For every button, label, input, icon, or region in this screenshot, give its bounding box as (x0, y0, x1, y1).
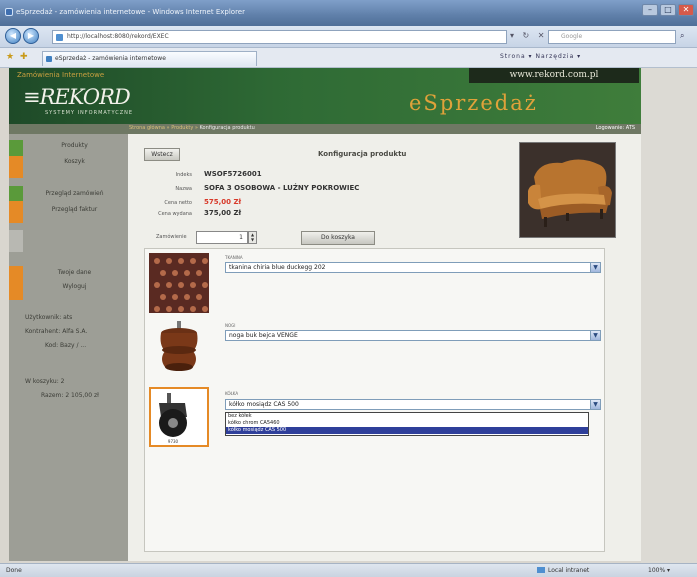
forward-nav-button[interactable]: ▶ (23, 28, 39, 44)
wheels-select[interactable]: kółko mosiądz CAS 500 ▼ (225, 399, 601, 410)
back-button[interactable]: Wstecz (144, 148, 180, 161)
product-photo (519, 142, 616, 238)
status-bar: Done Local intranet 100% ▾ (0, 563, 697, 577)
refresh-stop-icons[interactable]: ▾ ↻ ✕ (510, 31, 548, 40)
wheel-code: 9730 (168, 439, 179, 444)
code-info: Kod: Bazy / ... (45, 342, 87, 349)
main-content: Wstecz Konfiguracja produktu Indeks WSOF… (128, 134, 641, 561)
index-label: Indeks (175, 172, 192, 178)
breadcrumb-bar: Strona główna » Produkty » Konfiguracja … (9, 124, 641, 134)
breadcrumb-products[interactable]: Produkty » (171, 125, 198, 131)
sofa-image (520, 143, 615, 237)
window-controls: – □ ✕ (642, 4, 694, 16)
search-input[interactable]: Google (548, 30, 676, 44)
add-favorites-icon[interactable]: ✚ (20, 52, 28, 62)
dropdown-option-selected[interactable]: kółko mosiądz CAS 500 (226, 427, 588, 434)
option-label-fabric: TKANINA (225, 255, 243, 260)
window-title: eSprzedaż - zamówienia internetowe - Win… (16, 8, 245, 16)
legs-select[interactable]: noga buk bejca VENGE ▼ (225, 330, 601, 341)
cart-sum: Razem: 2 105,00 zł (41, 392, 99, 399)
dropdown-arrow-icon[interactable]: ▼ (590, 263, 600, 272)
cart-count: W koszyku: 2 (25, 378, 65, 385)
minimize-button[interactable]: – (642, 4, 658, 16)
dropdown-option[interactable]: kółko chrom CA5460 (226, 420, 588, 427)
menu-color-bar (9, 201, 23, 223)
zoom-level[interactable]: 100% ▾ (648, 567, 670, 574)
menu-color-bar (9, 278, 23, 300)
rekord-logo: ≡REKORD (23, 85, 131, 109)
fabric-swatch-image (149, 253, 209, 313)
banner-company: Zamówienia Internetowe (17, 71, 105, 79)
wheel-image: 9730 (149, 387, 209, 447)
intranet-icon (537, 567, 545, 573)
page-background-right (641, 68, 697, 563)
sidebar-item-blank[interactable] (9, 230, 128, 252)
banner-url[interactable]: www.rekord.com.pl (469, 68, 639, 83)
client-info: Kontrahent: Alfa S.A. (25, 328, 88, 335)
gross-price-label: Cena wydana (158, 211, 192, 217)
dropdown-arrow-icon[interactable]: ▼ (590, 331, 600, 340)
sidebar-item-przeglad-faktur[interactable]: Przegląd faktur (9, 201, 128, 223)
option-label-wheels: KÓŁKA (225, 391, 239, 396)
logo-subtitle: SYSTEMY INFORMATYCZNE (45, 110, 134, 116)
wheels-dropdown-list: bez kółek kółko chrom CA5460 kółko mosią… (225, 412, 589, 436)
dropdown-option[interactable]: bez kółek (226, 413, 588, 420)
add-to-cart-button[interactable]: Do koszyka (301, 231, 375, 245)
sidebar: Produkty Koszyk Przegląd zamówień Przegl… (9, 134, 128, 561)
address-bar[interactable]: http://localhost:8080/rekord/EXEC (52, 30, 507, 44)
dropdown-arrow-icon[interactable]: ▼ (590, 400, 600, 409)
menu-color-bar (9, 156, 23, 178)
favorites-row: ★ ✚ eSprzedaż - zamówienia internetowe S… (0, 48, 697, 68)
quantity-label: Zamówienie (156, 234, 187, 240)
user-info: Użytkownik: ats (25, 314, 73, 321)
address-url: http://localhost:8080/rekord/EXEC (67, 33, 169, 40)
address-row: ◀ ▶ http://localhost:8080/rekord/EXEC ▾ … (0, 26, 697, 48)
quantity-input[interactable]: 1 (196, 231, 248, 244)
sidebar-item-wyloguj[interactable]: Wyloguj (9, 278, 128, 300)
net-price-value: 575,00 Zł (204, 198, 242, 206)
maximize-button[interactable]: □ (660, 4, 676, 16)
breadcrumb-current: Konfiguracja produktu (199, 125, 255, 131)
browser-title-bar: eSprzedaż - zamówienia internetowe - Win… (0, 0, 697, 26)
login-info: Logowanie: ATS (595, 125, 635, 131)
favorites-star-icon[interactable]: ★ (6, 52, 14, 62)
name-value: SOFA 3 OSOBOWA - LUŹNY POKROWIEC (204, 184, 360, 192)
security-zone: Local intranet (537, 567, 589, 574)
back-nav-button[interactable]: ◀ (5, 28, 21, 44)
index-value: WSOF5726001 (204, 170, 262, 178)
app-name: eSprzedaż (409, 91, 538, 115)
page-title: Konfiguracja produktu (318, 150, 407, 158)
menu-color-bar (9, 230, 23, 252)
browser-tab[interactable]: eSprzedaż - zamówienia internetowe (42, 51, 257, 66)
search-icon[interactable]: ⌕ (680, 31, 684, 41)
ie-app-icon (5, 8, 13, 16)
breadcrumb: Strona główna » Produkty » Konfiguracja … (129, 125, 255, 131)
command-bar[interactable]: Strona ▾ Narzędzia ▾ (500, 53, 581, 60)
tab-page-icon (46, 56, 52, 62)
fabric-select[interactable]: tkanina chiria blue duckegg 202 ▼ (225, 262, 601, 273)
option-label-legs: NOGI (225, 323, 236, 328)
net-price-label: Cena netto (164, 200, 192, 206)
site-banner: Zamówienia Internetowe ≡REKORD SYSTEMY I… (9, 68, 641, 124)
configuration-panel: TKANINA tkanina chiria blue duckegg 202 … (144, 248, 605, 552)
page-icon (56, 34, 63, 41)
leg-image (149, 319, 209, 379)
close-window-button[interactable]: ✕ (678, 4, 694, 16)
stepper-down-icon[interactable]: ▼ (249, 237, 256, 242)
gross-price-value: 375,00 Zł (204, 209, 242, 217)
breadcrumb-home[interactable]: Strona główna » (129, 125, 170, 131)
quantity-stepper[interactable]: ▲ ▼ (248, 231, 257, 244)
name-label: Nazwa (175, 186, 192, 192)
sidebar-item-koszyk[interactable]: Koszyk (9, 156, 128, 178)
status-text: Done (6, 567, 22, 574)
